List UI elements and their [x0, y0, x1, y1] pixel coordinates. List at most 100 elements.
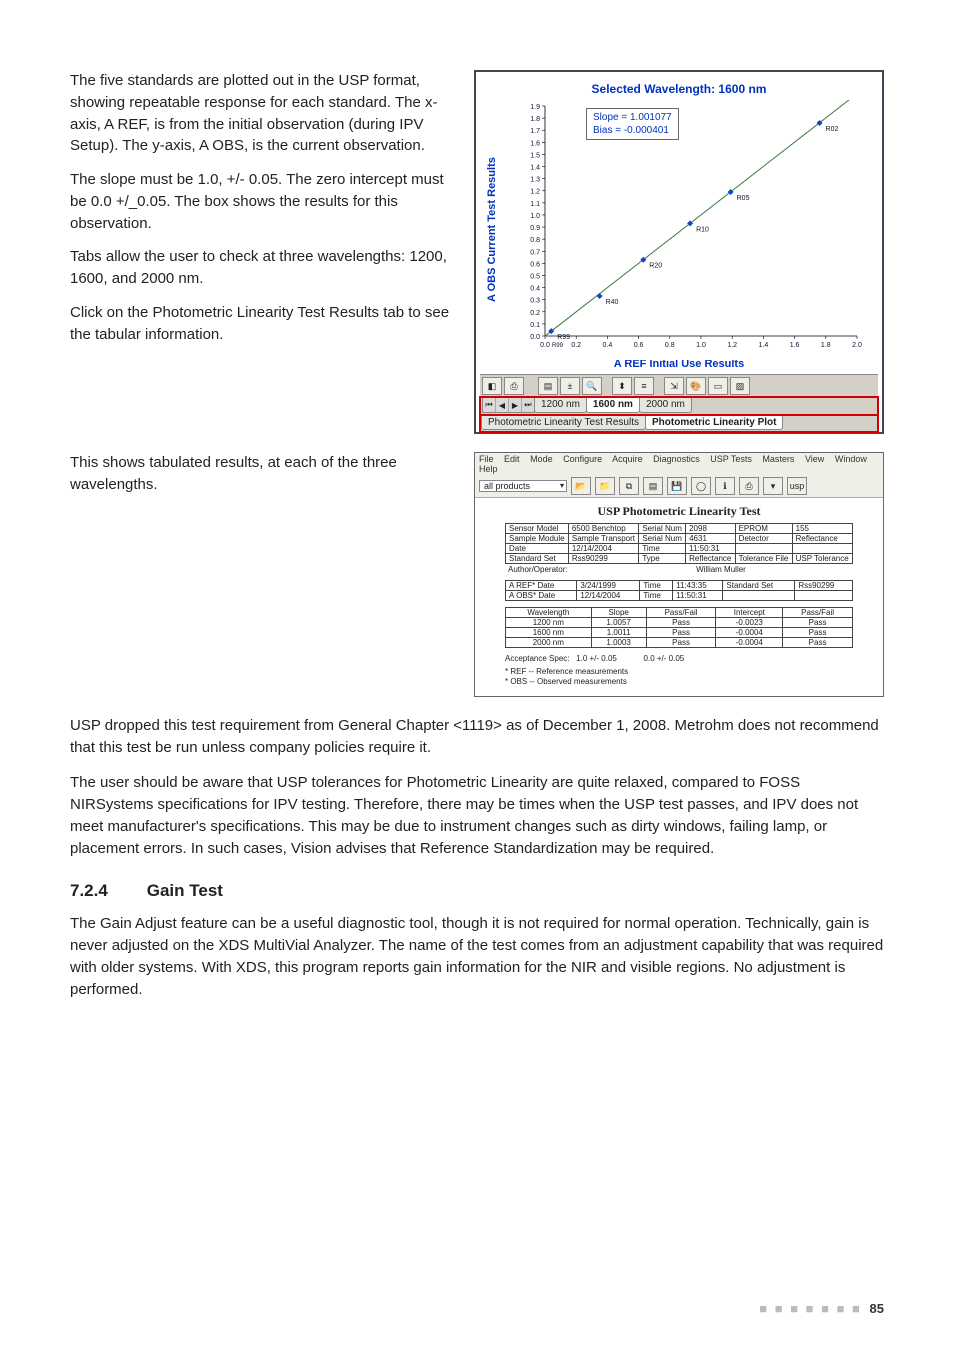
- svg-text:1.3: 1.3: [530, 177, 540, 184]
- chart-ylabel: A OBS Current Test Results: [486, 100, 498, 360]
- svg-text:2.0: 2.0: [852, 342, 862, 349]
- svg-text:1.0: 1.0: [530, 213, 540, 220]
- chart-title: Selected Wavelength: 1600 nm: [480, 82, 878, 96]
- next-icon[interactable]: ▶: [509, 398, 522, 412]
- toolbar-button[interactable]: ▤: [643, 477, 663, 495]
- toolbar-button[interactable]: ⬍: [612, 377, 632, 395]
- menu-view[interactable]: View: [805, 454, 824, 464]
- menu-file[interactable]: File: [479, 454, 494, 464]
- menu-mode[interactable]: Mode: [530, 454, 553, 464]
- toolbar-button[interactable]: usp: [787, 477, 807, 495]
- svg-text:0.0: 0.0: [530, 334, 540, 341]
- menu-help[interactable]: Help: [479, 464, 498, 474]
- toolbar-button[interactable]: 📁: [595, 477, 615, 495]
- products-dropdown[interactable]: all products: [479, 480, 567, 492]
- menu-configure[interactable]: Configure: [563, 454, 602, 464]
- results-dates-table: A REF* Date3/24/1999Time11:43:35Standard…: [505, 580, 853, 601]
- svg-text:0.6: 0.6: [634, 342, 644, 349]
- menu-masters[interactable]: Masters: [762, 454, 794, 464]
- tab-2000nm[interactable]: 2000 nm: [639, 397, 692, 413]
- chart-svg: 0.00.10.20.30.40.50.60.70.80.91.01.11.21…: [502, 100, 872, 360]
- tab-results[interactable]: Photometric Linearity Test Results: [481, 415, 646, 430]
- menu-window[interactable]: Window: [835, 454, 867, 464]
- tab-1200nm[interactable]: 1200 nm: [534, 397, 587, 413]
- toolbar-button[interactable]: ⧉: [619, 477, 639, 495]
- svg-text:1.1: 1.1: [530, 201, 540, 208]
- legend-bias: Bias = -0.000401: [593, 124, 672, 137]
- toolbar-button[interactable]: ▤: [538, 377, 558, 395]
- tab-1600nm[interactable]: 1600 nm: [586, 397, 640, 413]
- toolbar-button[interactable]: ±: [560, 377, 580, 395]
- toolbar-button[interactable]: ◯: [691, 477, 711, 495]
- svg-text:R05: R05: [737, 195, 750, 202]
- section-heading: 7.2.4 Gain Test: [70, 881, 884, 901]
- section-number: 7.2.4: [70, 881, 142, 901]
- toolbar-button[interactable]: ▭: [708, 377, 728, 395]
- zoom-icon[interactable]: 🔍: [582, 377, 602, 395]
- svg-text:R20: R20: [649, 263, 662, 270]
- results-footnote-1: * REF -- Reference measurements: [505, 667, 853, 677]
- help-icon[interactable]: ℹ: [715, 477, 735, 495]
- save-icon[interactable]: 💾: [667, 477, 687, 495]
- first-icon[interactable]: ⏮: [483, 398, 496, 412]
- menu-diagnostics[interactable]: Diagnostics: [653, 454, 700, 464]
- toolbar-button[interactable]: ▾: [763, 477, 783, 495]
- svg-text:0.8: 0.8: [530, 237, 540, 244]
- print-icon[interactable]: ⎙: [504, 377, 524, 395]
- menu-acquire[interactable]: Acquire: [612, 454, 643, 464]
- svg-text:0.2: 0.2: [530, 310, 540, 317]
- svg-text:1.5: 1.5: [530, 152, 540, 159]
- gain-para: The Gain Adjust feature can be a useful …: [70, 913, 884, 1000]
- legend-slope: Slope = 1.001077: [593, 111, 672, 124]
- page-number: 85: [870, 1301, 884, 1316]
- prev-icon[interactable]: ◀: [496, 398, 509, 412]
- svg-text:R99: R99: [552, 343, 564, 349]
- body-para-5: This shows tabulated results, at each of…: [70, 452, 456, 496]
- body-para-3: Tabs allow the user to check at three wa…: [70, 246, 456, 290]
- svg-text:0.4: 0.4: [530, 286, 540, 293]
- svg-text:0.7: 0.7: [530, 249, 540, 256]
- svg-text:0.6: 0.6: [530, 261, 540, 268]
- chart-window: Selected Wavelength: 1600 nm A OBS Curre…: [474, 70, 884, 434]
- palette-icon[interactable]: 🎨: [686, 377, 706, 395]
- svg-text:0.4: 0.4: [603, 342, 613, 349]
- tab-plot[interactable]: Photometric Linearity Plot: [645, 415, 783, 430]
- svg-text:R99: R99: [557, 334, 570, 341]
- svg-text:1.2: 1.2: [530, 189, 540, 196]
- results-footnote-2: * OBS -- Observed measurements: [505, 677, 853, 687]
- svg-text:R10: R10: [696, 226, 709, 233]
- toolbar-button[interactable]: ⇲: [664, 377, 684, 395]
- svg-text:1.4: 1.4: [759, 342, 769, 349]
- author-line: Author/Operator:William Muller: [505, 565, 853, 574]
- toolbar-button[interactable]: ≡: [634, 377, 654, 395]
- toolbar-button[interactable]: ▨: [730, 377, 750, 395]
- chart-plot: Slope = 1.001077 Bias = -0.000401 0.0 0.1…: [502, 100, 872, 360]
- body-para-1: The five standards are plotted out in th…: [70, 70, 456, 157]
- menu-edit[interactable]: Edit: [504, 454, 520, 464]
- svg-text:1.9: 1.9: [530, 104, 540, 111]
- results-values-table: WavelengthSlopePass/FailInterceptPass/Fa…: [505, 607, 853, 648]
- last-icon[interactable]: ⏭: [522, 398, 534, 412]
- svg-text:0.2: 0.2: [571, 342, 581, 349]
- svg-text:1.8: 1.8: [530, 116, 540, 123]
- open-icon[interactable]: 📂: [571, 477, 591, 495]
- print-icon[interactable]: ⎙: [739, 477, 759, 495]
- svg-text:0.0: 0.0: [540, 342, 550, 349]
- results-toolbar: all products 📂 📁 ⧉ ▤ 💾 ◯ ℹ ⎙ ▾ usp: [475, 475, 883, 498]
- svg-text:1.7: 1.7: [530, 128, 540, 135]
- svg-text:R02: R02: [826, 126, 839, 133]
- svg-text:0.9: 0.9: [530, 225, 540, 232]
- svg-text:R40: R40: [606, 299, 619, 306]
- wavelength-tabs: ⏮ ◀ ▶ ⏭ 1200 nm 1600 nm 2000 nm: [480, 397, 878, 415]
- results-menubar: File Edit Mode Configure Acquire Diagnos…: [475, 453, 883, 475]
- svg-text:0.1: 0.1: [530, 322, 540, 329]
- result-tabs: Photometric Linearity Test Results Photo…: [480, 415, 878, 432]
- footer-dots: ■ ■ ■ ■ ■ ■ ■: [759, 1301, 862, 1316]
- menu-usp[interactable]: USP Tests: [710, 454, 752, 464]
- svg-text:1.6: 1.6: [530, 140, 540, 147]
- toolbar-button[interactable]: ◧: [482, 377, 502, 395]
- tab-nav-arrows[interactable]: ⏮ ◀ ▶ ⏭: [482, 397, 535, 413]
- svg-text:0.3: 0.3: [530, 298, 540, 305]
- svg-text:1.2: 1.2: [727, 342, 737, 349]
- body-para-4: Click on the Photometric Linearity Test …: [70, 302, 456, 346]
